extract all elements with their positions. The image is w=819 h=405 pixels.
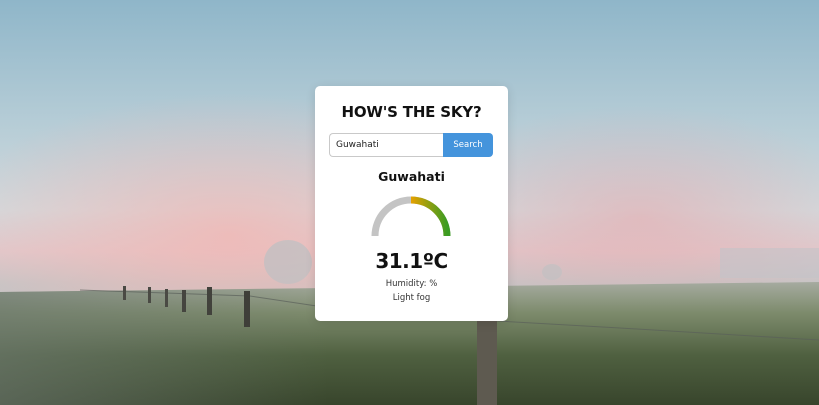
search-input[interactable]	[329, 133, 443, 157]
gauge-track	[371, 196, 451, 237]
temperature-value: 31.1ºC	[375, 249, 448, 273]
temperature-gauge	[371, 196, 451, 237]
search-button[interactable]: Search	[443, 133, 493, 157]
weather-card: HOW'S THE SKY? Search Guwahati 31.1ºC Hu…	[315, 86, 508, 321]
humidity-text: Humidity: %	[385, 279, 438, 289]
app-title: HOW'S THE SKY?	[341, 103, 482, 121]
gauge-fill	[410, 196, 451, 237]
city-name: Guwahati	[378, 169, 445, 184]
weather-condition: Light fog	[392, 293, 431, 303]
search-bar: Search	[329, 133, 493, 157]
